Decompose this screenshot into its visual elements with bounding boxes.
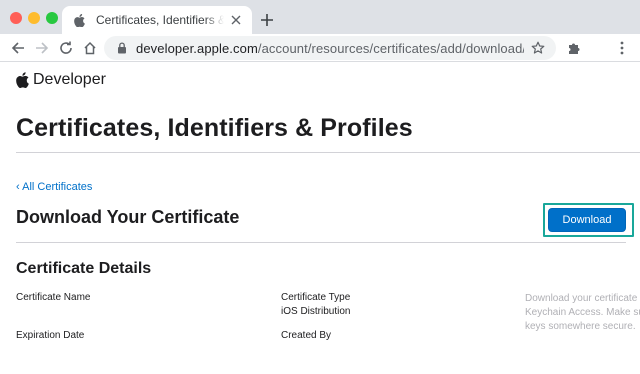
forward-arrow-icon[interactable]: [34, 40, 50, 56]
back-arrow-icon[interactable]: [10, 40, 26, 56]
new-tab-icon[interactable]: [258, 11, 276, 29]
url-host: developer.apple.com: [136, 40, 258, 56]
title-divider: [16, 152, 640, 153]
apple-favicon-icon: [72, 13, 86, 27]
all-certificates-link[interactable]: ‹ All Certificates: [16, 181, 92, 193]
expiration-date-label: Expiration Date: [16, 330, 85, 341]
address-bar[interactable]: developer.apple.com/account/resources/ce…: [104, 36, 556, 60]
download-help-text: Download your certificate to Keychain Ac…: [525, 292, 640, 334]
tab-title: Certificates, Identifiers & Profiles: [96, 13, 224, 27]
developer-global-nav[interactable]: Developer: [16, 68, 106, 92]
developer-brand-label: Developer: [33, 71, 106, 88]
browser-tab[interactable]: Certificates, Identifiers & Profiles: [62, 6, 252, 34]
certificate-type-value: iOS Distribution: [281, 306, 351, 317]
home-icon[interactable]: [82, 40, 98, 56]
created-by-label: Created By: [281, 330, 332, 341]
help-line: Download your certificate to: [525, 293, 640, 304]
certificate-details-title: Certificate Details: [16, 260, 152, 277]
lock-icon[interactable]: [116, 42, 128, 54]
download-section-title: Download Your Certificate: [16, 207, 240, 227]
url-text[interactable]: developer.apple.com/account/resources/ce…: [136, 41, 524, 56]
close-tab-icon[interactable]: [228, 12, 244, 28]
download-button[interactable]: Download: [548, 208, 626, 232]
section-divider: [16, 242, 626, 243]
help-line: keys somewhere secure.: [525, 321, 636, 332]
bookmark-star-icon[interactable]: [530, 40, 546, 56]
reload-icon[interactable]: [58, 40, 74, 56]
url-path: /account/resources/certificates/add/down…: [257, 40, 524, 56]
browser-menu-icon[interactable]: [614, 40, 630, 56]
certificate-name-label: Certificate Name: [16, 292, 91, 303]
page-title: Certificates, Identifiers & Profiles: [16, 114, 413, 142]
browser-tab-bar: Certificates, Identifiers & Profiles: [0, 0, 640, 34]
zoom-window-button[interactable]: [46, 12, 58, 24]
close-window-button[interactable]: [10, 12, 22, 24]
help-line: Keychain Access. Make sure to: [525, 307, 640, 318]
minimize-window-button[interactable]: [28, 12, 40, 24]
browser-toolbar: developer.apple.com/account/resources/ce…: [0, 34, 640, 62]
certificate-type-label: Certificate Type: [281, 292, 351, 303]
extensions-puzzle-icon[interactable]: [566, 40, 582, 56]
apple-logo-icon: [16, 72, 30, 89]
